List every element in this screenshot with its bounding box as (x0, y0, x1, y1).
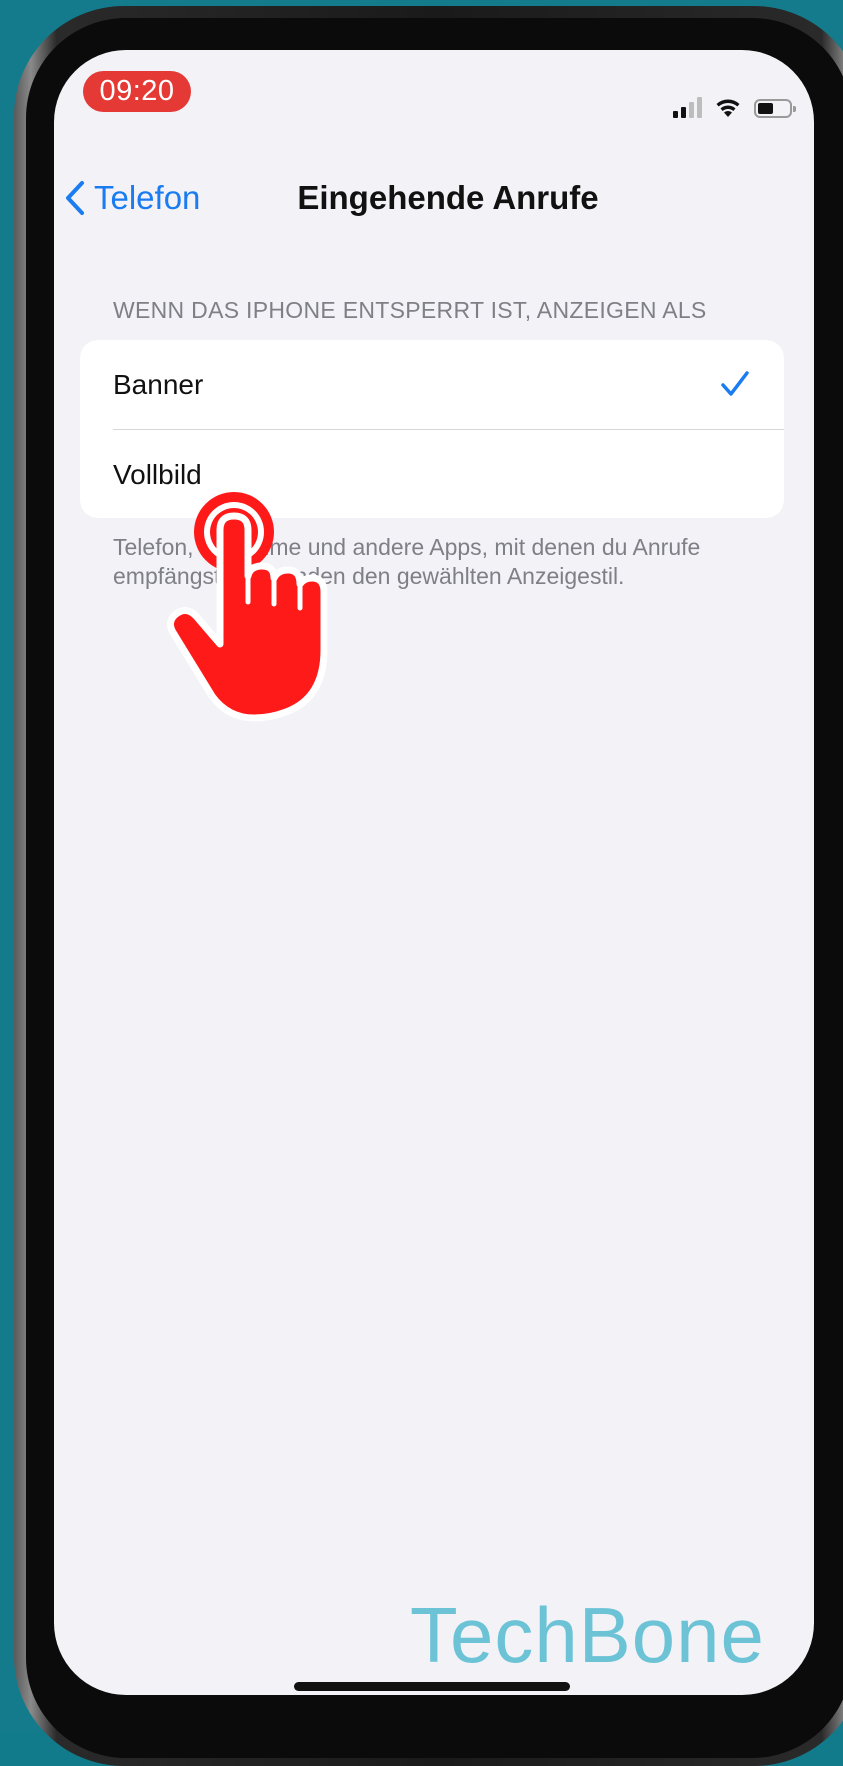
section-header: WENN DAS IPHONE ENTSPERRT IST, ANZEIGEN … (113, 297, 707, 323)
wifi-icon (716, 99, 740, 117)
status-icons (673, 88, 796, 118)
option-label: Banner (113, 369, 204, 400)
home-indicator[interactable] (294, 1682, 570, 1691)
status-time: 09:20 (83, 71, 191, 112)
option-banner[interactable]: Banner (80, 340, 784, 429)
cellular-signal-icon (673, 96, 702, 118)
battery-icon (754, 99, 796, 118)
watermark-logo: TechBone (410, 1591, 765, 1679)
tap-gesture-icon (167, 492, 328, 722)
navigation-bar: Telefon Eingehende Anrufe (54, 168, 814, 228)
page-title: Eingehende Anrufe (297, 179, 599, 216)
checkmark-icon (721, 371, 749, 396)
phone-screen: 09:20 Telefon Eingehende Anrufe WENN DAS… (54, 50, 814, 1695)
